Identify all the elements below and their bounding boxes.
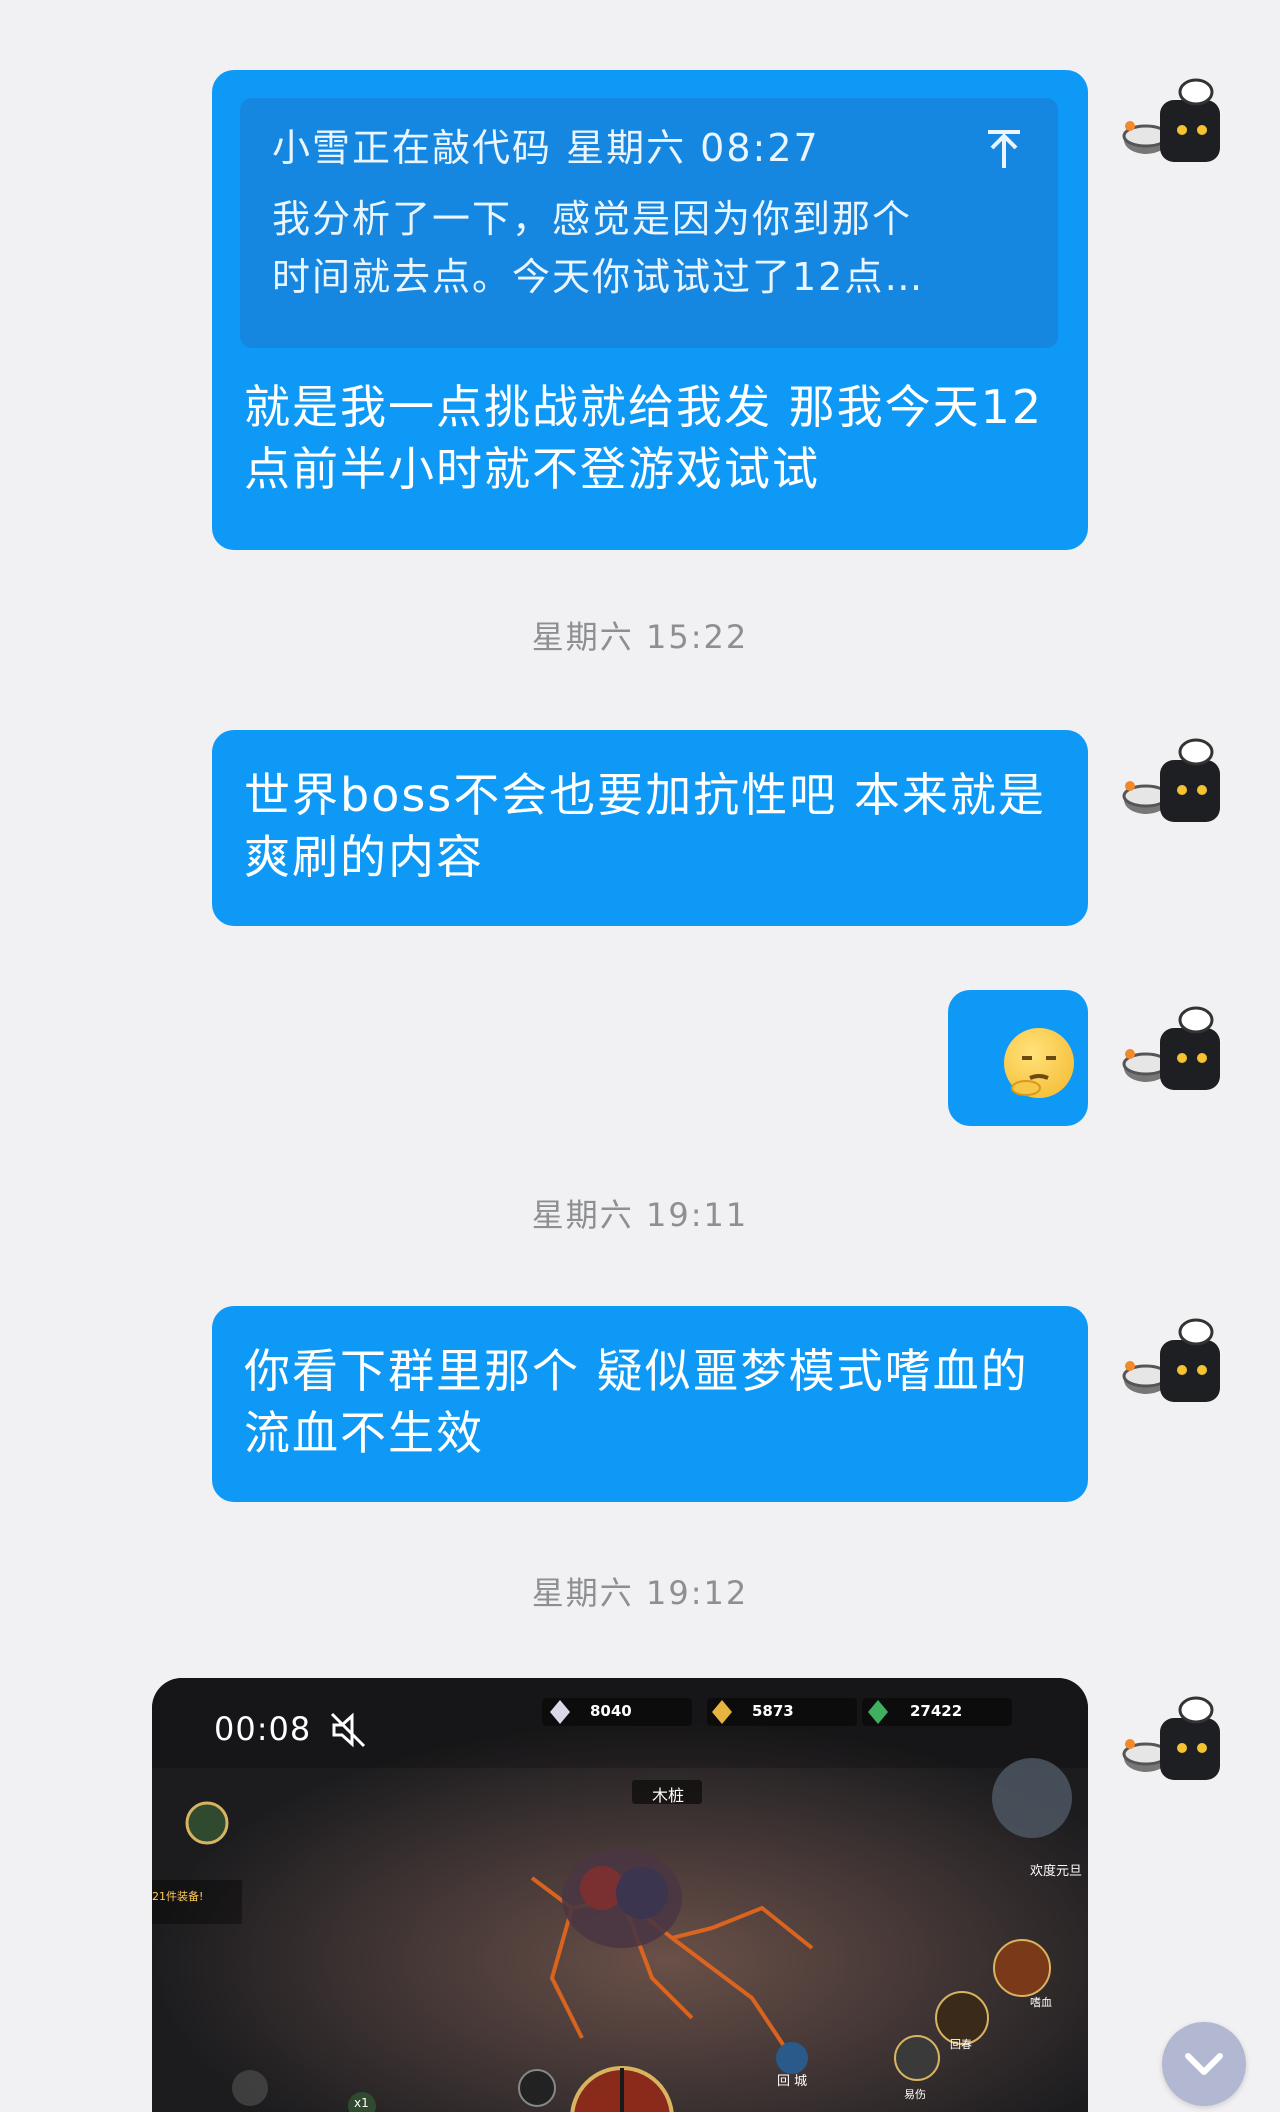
quote-body-line: 我分析了一下，感觉是因为你到那个 [272, 197, 913, 241]
hud-skill-label: 嗜血 [1030, 1996, 1052, 2009]
video-message[interactable]: 00:08 8040 5873 27422 木桩 欢度元旦 21件装备! 嗜血 … [152, 1678, 1088, 2112]
thinking-face-emoji [1004, 1028, 1074, 1098]
quote-header: 小雪正在敲代码 星期六 08:27 [272, 126, 820, 170]
chef-avatar-icon[interactable] [1120, 1688, 1232, 1800]
collapse-arrow-icon[interactable] [984, 128, 1024, 172]
chef-avatar-icon[interactable] [1120, 1310, 1232, 1422]
chef-avatar-icon[interactable] [1120, 998, 1232, 1110]
hud-gear-notice: 21件装备! [152, 1890, 204, 1903]
message-text: 就是我一点挑战就给我发 那我今天12点前半小时就不登游戏试试 [244, 380, 1044, 496]
timestamp: 星期六 15:22 [531, 618, 749, 656]
timestamp: 星期六 19:12 [531, 1574, 749, 1612]
video-duration: 00:08 [214, 1710, 312, 1748]
hud-currency-2: 5873 [752, 1702, 794, 1720]
scroll-to-bottom-button[interactable] [1162, 2022, 1246, 2106]
message-bubble-emoji[interactable] [948, 990, 1088, 1126]
chef-avatar-icon[interactable] [1120, 730, 1232, 842]
hud-target-name: 木桩 [652, 1786, 685, 1805]
mute-icon[interactable] [328, 1710, 368, 1750]
hud-recall-label: 回春 [950, 2038, 972, 2051]
hud-currency-3: 27422 [910, 1702, 963, 1720]
hud-event-label: 欢度元旦 [1030, 1864, 1083, 1879]
message-text: 世界boss不会也要加抗性吧 本来就是爽刷的内容 [244, 768, 1046, 884]
chef-avatar-icon[interactable] [1120, 70, 1232, 182]
quoted-message[interactable]: 小雪正在敲代码 星期六 08:27 我分析了一下，感觉是因为你到那个 时间就去点… [240, 98, 1058, 348]
hud-currency-1: 8040 [590, 1702, 632, 1720]
timestamp: 星期六 19:11 [531, 1196, 749, 1234]
message-bubble-4[interactable]: 你看下群里那个 疑似噩梦模式嗜血的流血不生效 [212, 1306, 1088, 1502]
message-bubble-1[interactable]: 小雪正在敲代码 星期六 08:27 我分析了一下，感觉是因为你到那个 时间就去点… [212, 70, 1088, 550]
message-text: 你看下群里那个 疑似噩梦模式嗜血的流血不生效 [244, 1344, 1029, 1460]
message-bubble-2[interactable]: 世界boss不会也要加抗性吧 本来就是爽刷的内容 [212, 730, 1088, 926]
hud-ease-label: 易伤 [904, 2088, 926, 2101]
hud-speed-label: x1 [354, 2096, 369, 2110]
hud-town-label: 回 城 [777, 2074, 808, 2089]
chevron-down-icon [1185, 2053, 1223, 2075]
quote-body-line: 时间就去点。今天你试试过了12点… [272, 255, 925, 299]
